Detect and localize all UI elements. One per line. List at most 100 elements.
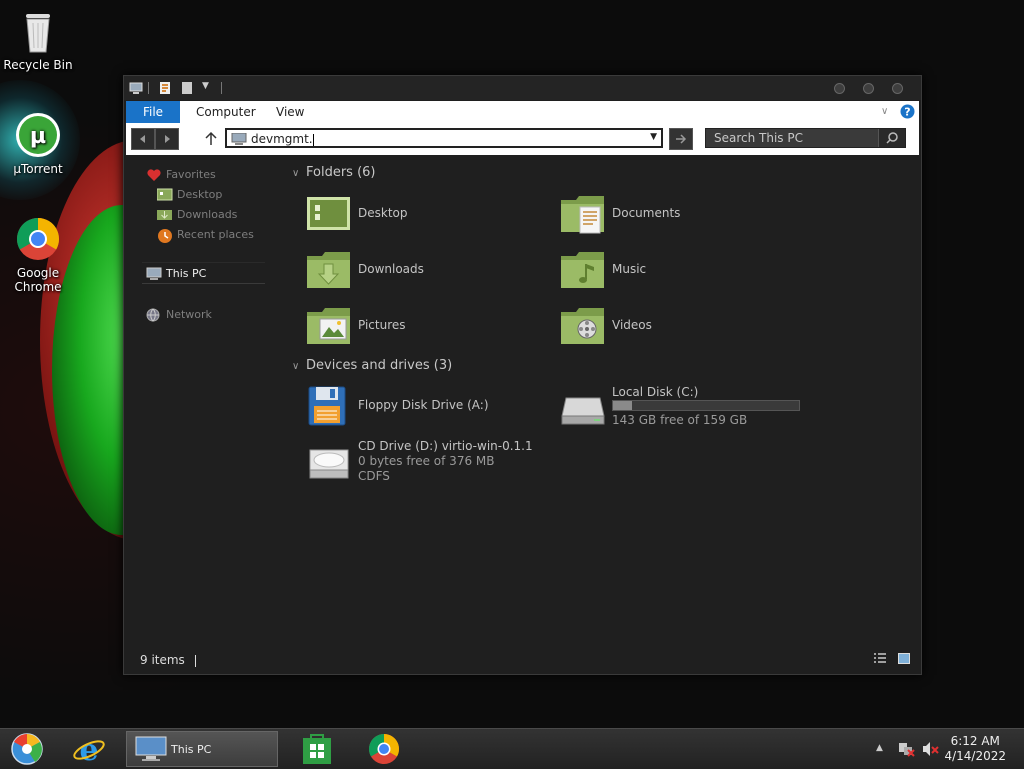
desktop-icon-utorrent[interactable]: µ µTorrent: [0, 112, 76, 176]
drive-tile-cd[interactable]: CD Drive (D:) virtio-win-0.1.1 0 bytes f…: [306, 438, 566, 488]
maximize-button[interactable]: [863, 83, 874, 94]
back-button[interactable]: [131, 128, 155, 150]
start-orb-icon[interactable]: [10, 732, 44, 766]
utorrent-icon: µ: [16, 113, 60, 157]
expand-ribbon-chevron-icon[interactable]: ∨: [881, 101, 888, 123]
tab-file[interactable]: File: [126, 101, 180, 123]
toolbar-separator: [148, 82, 149, 94]
tile-label: Videos: [612, 318, 652, 332]
clock-date: 4/14/2022: [944, 749, 1006, 763]
item-count: 9 items: [140, 653, 185, 667]
drive-tile-local-disk[interactable]: Local Disk (C:) 143 GB free of 159 GB: [560, 384, 820, 428]
computer-icon: [146, 267, 162, 280]
computer-icon: [135, 736, 167, 761]
disk-usage-bar: [612, 400, 800, 411]
tile-label: Desktop: [358, 206, 408, 220]
pictures-folder-icon: [307, 308, 350, 344]
floppy-disk-icon: [308, 386, 346, 426]
nav-label: Network: [166, 308, 212, 321]
go-button[interactable]: [669, 128, 693, 150]
go-arrow-icon: [676, 134, 687, 144]
tile-label: CD Drive (D:) virtio-win-0.1.1: [358, 439, 533, 453]
status-bar: 9 items: [140, 653, 196, 667]
search-box[interactable]: Search This PC: [705, 128, 906, 148]
folder-tile-music[interactable]: Music: [560, 250, 760, 294]
folder-tile-downloads[interactable]: Downloads: [306, 250, 506, 294]
network-status-icon[interactable]: [898, 741, 916, 757]
drive-tile-floppy[interactable]: Floppy Disk Drive (A:): [306, 386, 526, 430]
details-view-icon[interactable]: [874, 653, 886, 664]
recycle-bin-icon: [26, 14, 50, 53]
toolbar-separator: [221, 82, 222, 94]
text-caret: [312, 133, 314, 146]
desktop-folder-icon: [157, 188, 173, 201]
music-folder-icon: [561, 252, 604, 288]
address-value: devmgmt.: [251, 132, 313, 146]
group-title: Folders (6): [306, 165, 376, 180]
tile-label: Floppy Disk Drive (A:): [358, 398, 489, 412]
address-dropdown-icon[interactable]: ▼: [650, 132, 657, 142]
tile-label: Documents: [612, 206, 681, 220]
tile-sublabel: 143 GB free of 159 GB: [612, 413, 748, 427]
tile-label: Local Disk (C:): [612, 385, 699, 399]
tile-label: Downloads: [358, 262, 424, 276]
up-arrow-icon[interactable]: [204, 131, 218, 147]
desktop-icon-recycle-bin[interactable]: Recycle Bin: [0, 8, 76, 72]
hard-drive-icon: [561, 397, 605, 425]
folder-tile-pictures[interactable]: Pictures: [306, 306, 506, 350]
documents-folder-icon: [561, 196, 604, 234]
svg-text:?: ?: [904, 106, 910, 119]
network-globe-icon: [146, 308, 160, 322]
videos-folder-icon: [561, 308, 604, 344]
heart-icon: [147, 169, 161, 181]
tile-sublabel: 0 bytes free of 376 MB: [358, 454, 495, 468]
group-title: Devices and drives (3): [306, 358, 453, 373]
nav-label: Favorites: [166, 168, 216, 181]
search-icon: [886, 132, 898, 144]
minimize-button[interactable]: [834, 83, 845, 94]
forward-button[interactable]: [155, 128, 179, 150]
chrome-icon[interactable]: [367, 732, 401, 766]
address-bar[interactable]: devmgmt. ▼: [225, 128, 663, 148]
tab-view[interactable]: View: [276, 101, 304, 123]
properties-icon[interactable]: [158, 81, 172, 95]
large-icons-view-icon[interactable]: [898, 653, 910, 664]
disk-usage-fill: [613, 401, 632, 410]
back-arrow-icon: [140, 135, 145, 143]
folder-tile-desktop[interactable]: Desktop: [306, 194, 506, 238]
desktop-icon-label: Google Chrome: [14, 266, 62, 294]
title-bar[interactable]: ▼: [124, 76, 921, 100]
desktop-folder-icon: [307, 197, 350, 230]
cd-drive-icon: [309, 449, 349, 479]
tab-computer[interactable]: Computer: [196, 101, 256, 123]
downloads-folder-icon: [307, 252, 350, 288]
folder-tile-videos[interactable]: Videos: [560, 306, 760, 350]
help-icon[interactable]: ?: [900, 104, 915, 119]
internet-explorer-icon[interactable]: e: [72, 732, 106, 766]
customize-toolbar-icon[interactable]: ▼: [202, 81, 216, 95]
clock-time: 6:12 AM: [950, 734, 1000, 748]
address-input[interactable]: devmgmt.: [251, 131, 314, 147]
store-icon[interactable]: [300, 732, 334, 766]
system-clock[interactable]: 6:12 AM 4/14/2022: [944, 734, 1006, 764]
volume-muted-icon[interactable]: [922, 741, 940, 757]
nav-label: This PC: [166, 267, 207, 280]
tile-sublabel: CDFS: [358, 469, 390, 483]
forward-arrow-icon: [165, 135, 170, 143]
new-folder-icon[interactable]: [180, 81, 194, 95]
explorer-window: ▼ File Computer View ∨ ? devmgmt. ▼ Sear…: [123, 75, 922, 675]
collapse-chevron-icon: ∨: [292, 168, 300, 179]
desktop-icon-label: µTorrent: [13, 162, 63, 176]
tile-label: Music: [612, 262, 647, 276]
desktop-icon-chrome[interactable]: Google Chrome: [0, 216, 76, 294]
show-hidden-icons-icon[interactable]: ▲: [876, 743, 883, 753]
folders-group-header[interactable]: ∨ Folders (6): [292, 165, 376, 182]
chrome-icon: [16, 218, 60, 260]
folder-tile-documents[interactable]: Documents: [560, 194, 760, 238]
search-button[interactable]: [878, 129, 905, 147]
taskbar-button-this-pc[interactable]: This PC: [126, 731, 278, 767]
status-separator: [194, 654, 196, 667]
devices-group-header[interactable]: ∨ Devices and drives (3): [292, 358, 452, 375]
computer-icon[interactable]: [129, 81, 143, 95]
close-button[interactable]: [892, 83, 903, 94]
